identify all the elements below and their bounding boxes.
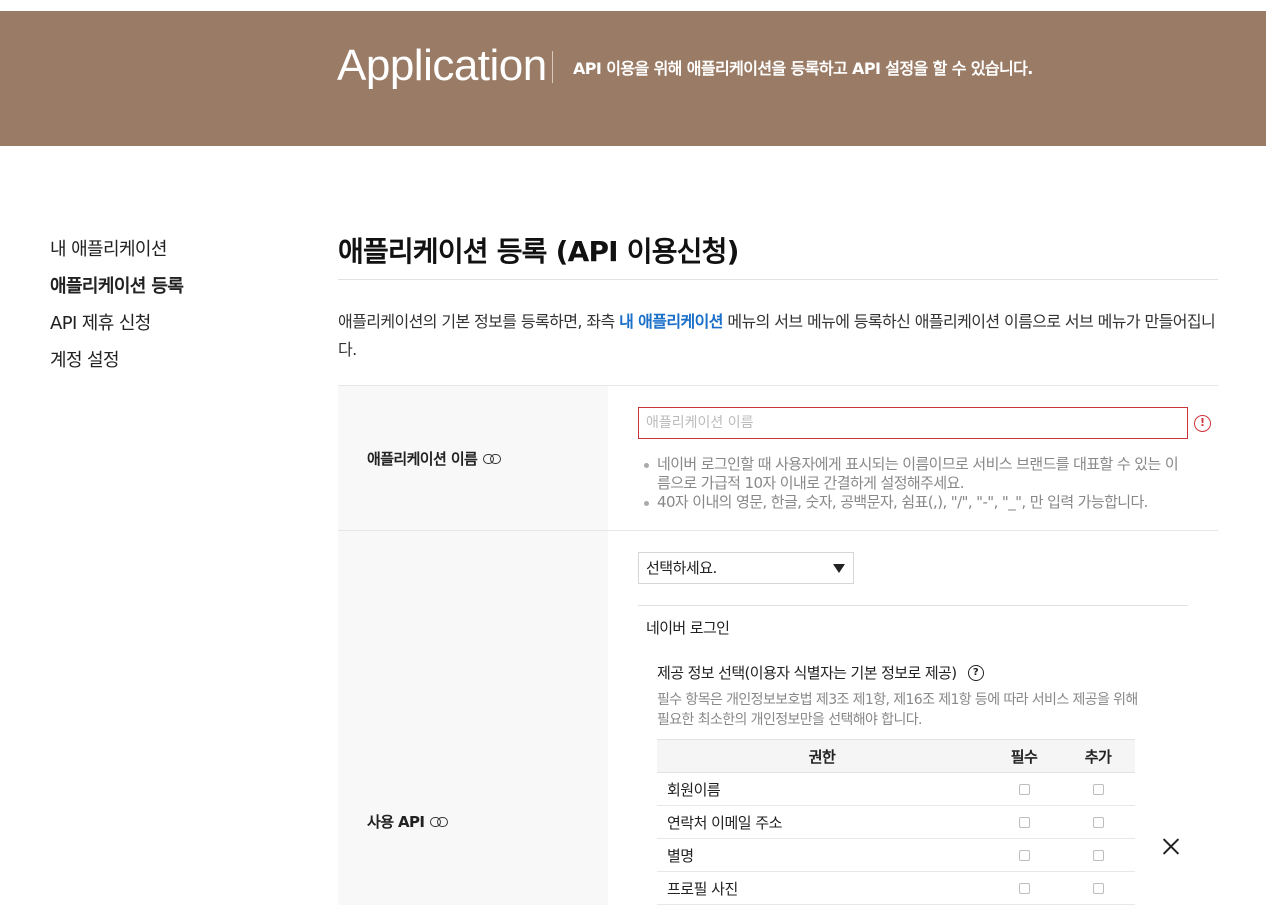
api-select[interactable]: 선택하세요. (638, 552, 854, 584)
optional-cell (1061, 772, 1135, 806)
hero-divider (552, 51, 553, 83)
required-checkbox[interactable] (1018, 784, 1030, 795)
required-checkbox[interactable] (1018, 817, 1030, 828)
required-cell (987, 838, 1061, 872)
api-label-text: 사용 API (367, 813, 425, 831)
my-applications-link[interactable]: 내 애플리케이션 (619, 312, 723, 331)
form-row-api: 사용 API 선택하세요. 네이버 로그인 제공 정보 선택(이용자 식별자는 … (338, 530, 1218, 905)
required-checkbox[interactable] (1018, 883, 1030, 894)
permission-name: 연락처 이메일 주소 (657, 805, 987, 839)
sidebar-item-register-application[interactable]: 애플리케이션 등록 (50, 273, 270, 310)
required-cell (987, 805, 1061, 839)
page-title: 애플리케이션 등록 (API 이용신청) (338, 230, 1218, 280)
table-row: 연락처 이메일 주소 (657, 805, 1135, 839)
optional-checkbox[interactable] (1092, 784, 1104, 795)
provided-info-note: 필수 항목은 개인정보보호법 제3조 제1항, 제16조 제1항 등에 따라 서… (657, 692, 1138, 728)
optional-checkbox[interactable] (1092, 883, 1104, 894)
api-select-value: 선택하세요. (646, 559, 717, 577)
hero-banner: Application API 이용을 위해 애플리케이션을 등록하고 API … (0, 11, 1266, 146)
app-name-label-text: 애플리케이션 이름 (367, 450, 478, 468)
required-checkbox[interactable] (1018, 850, 1030, 861)
main-content: 애플리케이션 등록 (API 이용신청) 애플리케이션의 기본 정보를 등록하면… (338, 230, 1218, 364)
hero-description: API 이용을 위해 애플리케이션을 등록하고 API 설정을 할 수 있습니다… (573, 59, 1033, 78)
exclamation-circle-icon: ! (1194, 415, 1211, 432)
form-row-app-name: 애플리케이션 이름 ! 네이버 로그인할 때 사용자에게 표시되는 이름이므로 … (338, 385, 1218, 531)
provided-info-title-text: 제공 정보 선택(이용자 식별자는 기본 정보로 제공) (657, 664, 957, 682)
required-cell (987, 772, 1061, 806)
api-label: 사용 API (367, 811, 449, 832)
table-row: 회원이름 (657, 772, 1135, 806)
row-label-api: 사용 API (338, 531, 608, 905)
hero-title: Application (337, 41, 547, 90)
table-row: 별명 (657, 838, 1135, 872)
sidebar-item-my-applications[interactable]: 내 애플리케이션 (50, 236, 270, 273)
permission-name: 별명 (657, 838, 987, 872)
sidebar-nav: 내 애플리케이션 애플리케이션 등록 API 제휴 신청 계정 설정 (50, 236, 270, 384)
intro-text-before: 애플리케이션의 기본 정보를 등록하면, 좌측 (338, 312, 620, 331)
naver-login-panel: 네이버 로그인 제공 정보 선택(이용자 식별자는 기본 정보로 제공) ? 필… (638, 605, 1188, 905)
column-header-optional: 추가 (1061, 739, 1135, 773)
optional-cell (1061, 871, 1135, 905)
top-strip (0, 0, 1266, 11)
column-header-permission: 권한 (657, 739, 987, 773)
optional-cell (1061, 805, 1135, 839)
permission-table: 권한 필수 추가 회원이름 연락처 이메일 주소 별명 프로필 사진 (657, 739, 1135, 905)
sidebar-item-account-settings[interactable]: 계정 설정 (50, 347, 270, 384)
app-name-hints: 네이버 로그인할 때 사용자에게 표시되는 이름이므로 서비스 브랜드를 대표할… (642, 455, 1187, 512)
provided-info-title: 제공 정보 선택(이용자 식별자는 기본 정보로 제공) ? (657, 662, 984, 683)
optional-checkbox[interactable] (1092, 850, 1104, 861)
row-label-app-name: 애플리케이션 이름 (338, 386, 608, 531)
close-icon[interactable] (1162, 837, 1180, 855)
table-row: 프로필 사진 (657, 871, 1135, 905)
app-name-input[interactable] (638, 407, 1188, 439)
link-icon[interactable] (430, 816, 449, 827)
question-circle-icon[interactable]: ? (967, 664, 984, 681)
optional-cell (1061, 838, 1135, 872)
sidebar-item-api-partnership[interactable]: API 제휴 신청 (50, 310, 270, 347)
table-header-row: 권한 필수 추가 (657, 739, 1135, 773)
required-cell (987, 871, 1061, 905)
optional-checkbox[interactable] (1092, 817, 1104, 828)
link-icon[interactable] (483, 453, 502, 464)
app-name-label: 애플리케이션 이름 (367, 448, 502, 469)
triangle-down-icon (833, 564, 845, 573)
column-header-required: 필수 (987, 739, 1061, 773)
hint-item: 네이버 로그인할 때 사용자에게 표시되는 이름이므로 서비스 브랜드를 대표할… (642, 455, 1187, 493)
api-panel-title: 네이버 로그인 (646, 619, 730, 637)
permission-name: 프로필 사진 (657, 871, 987, 905)
permission-name: 회원이름 (657, 772, 987, 806)
hint-item: 40자 이내의 영문, 한글, 숫자, 공백문자, 쉼표(,), "/", "-… (642, 493, 1187, 512)
intro-text: 애플리케이션의 기본 정보를 등록하면, 좌측 내 애플리케이션 메뉴의 서브 … (338, 308, 1218, 364)
